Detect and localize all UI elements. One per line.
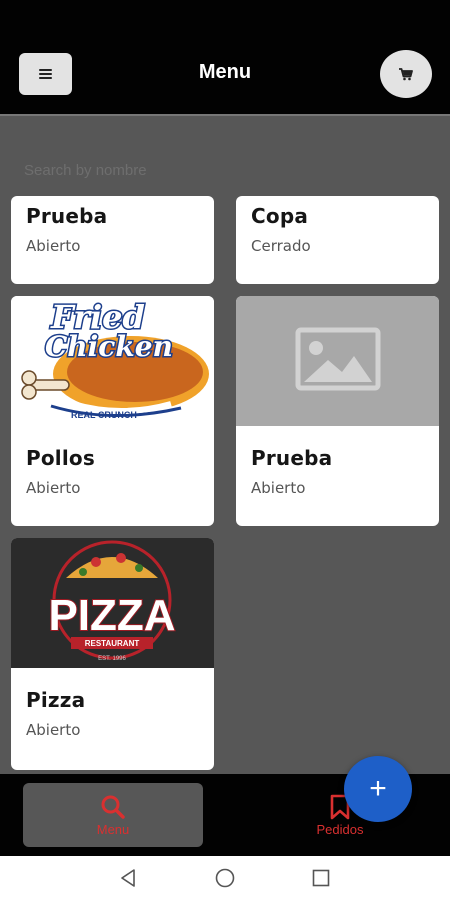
- add-button[interactable]: +: [344, 756, 412, 822]
- back-icon[interactable]: [118, 868, 138, 888]
- restaurant-status: Abierto: [26, 721, 81, 739]
- image-placeholder-icon: [295, 327, 381, 391]
- pizza-logo-banner: RESTAURANT: [85, 639, 140, 648]
- cart-icon: [399, 67, 413, 80]
- restaurant-status: Cerrado: [251, 237, 311, 255]
- restaurant-card-pizza[interactable]: PIZZA RESTAURANT EST. 1996 Pizza Abierto: [11, 538, 214, 770]
- chicken-logo-tag: REAL CRUNCH: [71, 410, 137, 420]
- pizza-restaurant-logo: PIZZA RESTAURANT EST. 1996: [11, 538, 214, 668]
- nav-item-menu[interactable]: Menu: [23, 783, 203, 847]
- restaurant-name: Prueba: [251, 446, 333, 470]
- nav-item-orders-label: Pedidos: [316, 821, 364, 837]
- restaurant-card-prueba-2[interactable]: Prueba Abierto: [236, 296, 439, 526]
- app-bar: Menu: [0, 0, 450, 114]
- system-navigation-bar: [0, 856, 450, 900]
- restaurant-card-copa[interactable]: Copa Cerrado: [236, 196, 439, 284]
- pizza-logo-word: PIZZA: [48, 591, 175, 640]
- recents-icon[interactable]: [311, 868, 331, 888]
- pizza-logo-est: EST. 1996: [98, 656, 126, 662]
- cart-button[interactable]: [380, 50, 432, 98]
- restaurant-name: Pizza: [26, 688, 86, 712]
- restaurant-status: Abierto: [26, 237, 81, 255]
- restaurant-status: Abierto: [26, 479, 81, 497]
- restaurant-card-prueba[interactable]: Prueba Abierto: [11, 196, 214, 284]
- chicken-logo-line2: Chicken: [45, 330, 173, 363]
- nav-item-menu-label: Menu: [96, 821, 130, 837]
- restaurant-image: [236, 296, 439, 426]
- restaurant-name: Prueba: [26, 204, 108, 228]
- restaurant-name: Pollos: [26, 446, 95, 470]
- restaurant-list: Prueba Abierto Copa Cerrado REAL CRUNCH …: [0, 114, 450, 774]
- restaurant-status: Abierto: [251, 479, 306, 497]
- search-icon: [101, 795, 125, 819]
- restaurant-name: Copa: [251, 204, 309, 228]
- restaurant-card-pollos[interactable]: REAL CRUNCH Fried Chicken Pollos Abierto: [11, 296, 214, 526]
- search-input[interactable]: [24, 158, 424, 182]
- fried-chicken-logo: REAL CRUNCH Fried Chicken: [11, 296, 214, 426]
- home-icon[interactable]: [215, 868, 235, 888]
- plus-icon: +: [369, 772, 387, 805]
